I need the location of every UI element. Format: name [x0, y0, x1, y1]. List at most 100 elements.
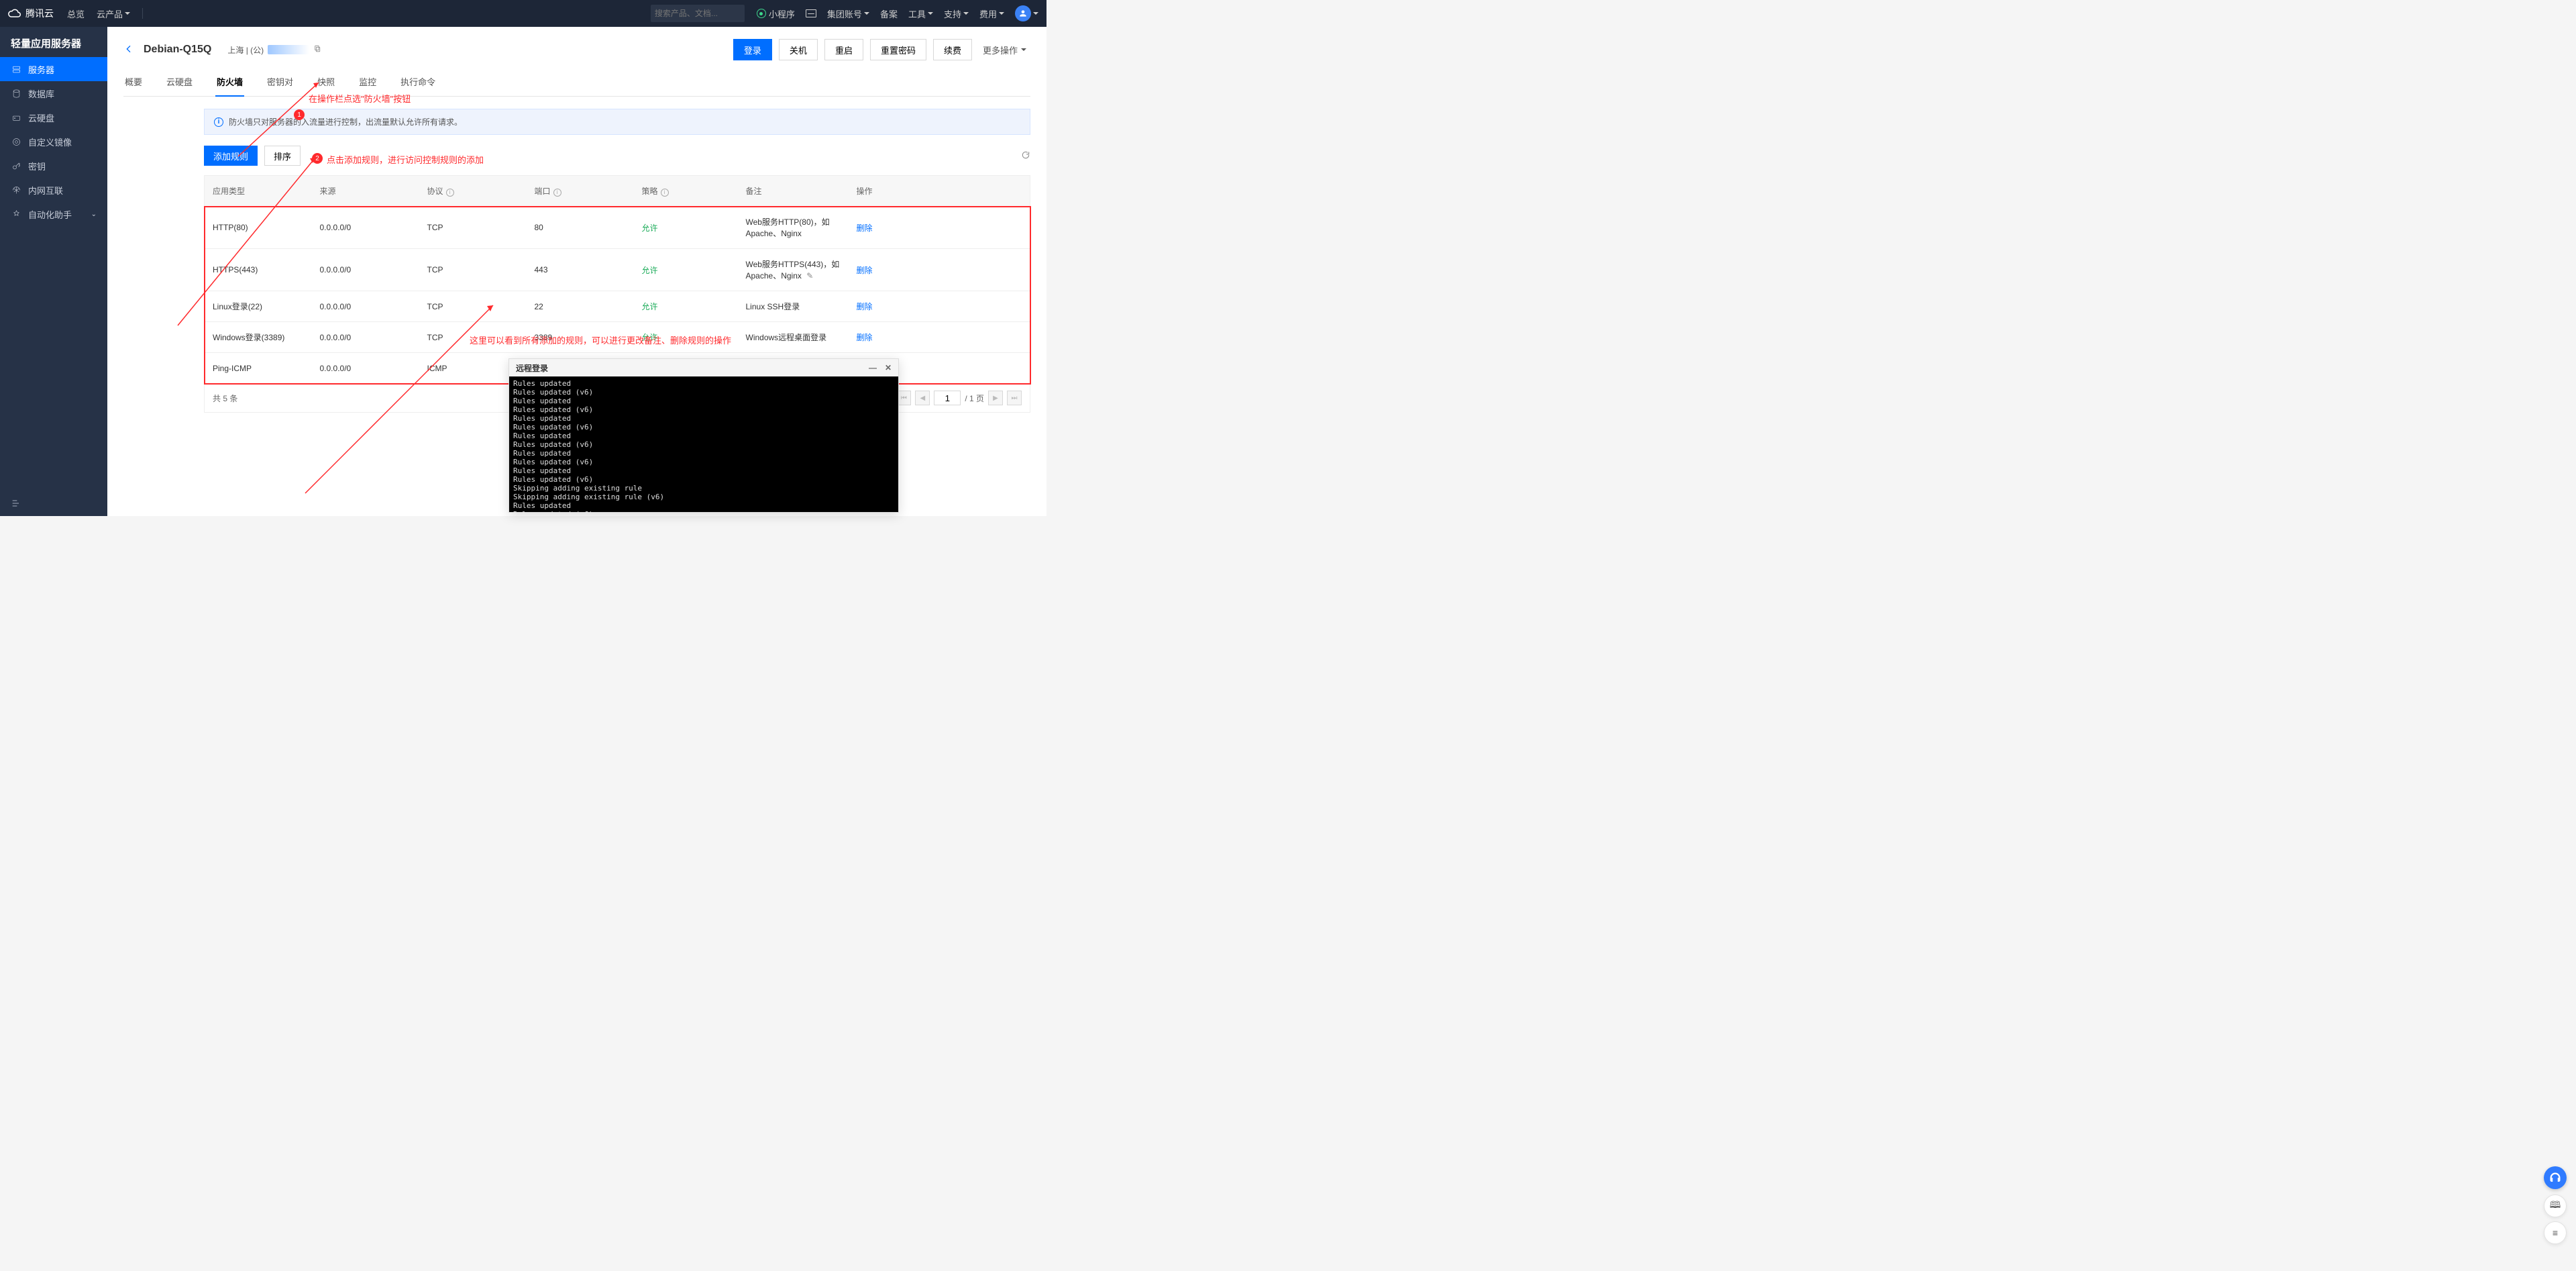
sidebar-item-database[interactable]: 数据库	[0, 81, 107, 105]
copy-ip-button[interactable]	[313, 44, 322, 55]
image-icon	[11, 136, 21, 147]
pager-next[interactable]: ▶	[988, 391, 1003, 405]
disk-icon	[11, 112, 21, 123]
col-protocol: 协议i	[419, 176, 527, 207]
cell-protocol: TCP	[419, 322, 527, 353]
delete-link[interactable]: 删除	[857, 223, 873, 233]
table-row: HTTPS(443)0.0.0.0/0TCP443允许Web服务HTTPS(44…	[205, 249, 1030, 291]
col-policy: 策略i	[634, 176, 738, 207]
refresh-button[interactable]	[1021, 150, 1030, 162]
sidebar-item-image[interactable]: 自定义镜像	[0, 130, 107, 154]
nav-overview[interactable]: 总览	[67, 7, 85, 20]
delete-link[interactable]: 删除	[857, 266, 873, 275]
pager-current[interactable]	[934, 391, 961, 405]
instance-tabs: 概要 云硬盘 防火墙 密钥对 快照 监控 执行命令	[123, 68, 1030, 97]
cell-source: 0.0.0.0/0	[312, 291, 419, 322]
instance-ip-masked	[268, 45, 309, 54]
cell-policy: 允许	[634, 249, 738, 291]
cell-policy: 允许	[634, 291, 738, 322]
login-button[interactable]: 登录	[733, 39, 772, 60]
add-rule-button[interactable]: 添加规则	[204, 146, 258, 166]
col-source: 来源	[312, 176, 419, 207]
nav-group-account[interactable]: 集团账号	[827, 7, 869, 20]
sidebar-item-key[interactable]: 密钥	[0, 154, 107, 178]
help-icon[interactable]: i	[661, 189, 669, 197]
pager-prev[interactable]: ◀	[915, 391, 930, 405]
cell-protocol: TCP	[419, 291, 527, 322]
sidebar-item-label: 服务器	[28, 63, 54, 76]
nav-support[interactable]: 支持	[944, 7, 969, 20]
info-icon: i	[214, 117, 223, 127]
terminal-output[interactable]: Rules updated Rules updated (v6) Rules u…	[509, 376, 898, 512]
tab-keypair[interactable]: 密钥对	[267, 68, 293, 96]
tab-disk[interactable]: 云硬盘	[166, 68, 193, 96]
cell-type: Ping-ICMP	[205, 353, 312, 384]
tab-overview[interactable]: 概要	[125, 68, 142, 96]
reset-password-button[interactable]: 重置密码	[870, 39, 926, 60]
back-button[interactable]	[123, 44, 134, 56]
sidebar-item-network[interactable]: 内网互联	[0, 178, 107, 202]
help-fab[interactable]	[2544, 1166, 2567, 1189]
page-header: Debian-Q15Q 上海 | (公) 登录 关机 重启 重置密码 续费 更多…	[123, 27, 1030, 67]
brand-logo[interactable]: 腾讯云	[8, 7, 54, 20]
nav-fees[interactable]: 费用	[979, 7, 1004, 20]
restart-button[interactable]: 重启	[824, 39, 863, 60]
sidebar-item-label: 云硬盘	[28, 111, 54, 124]
menu-fab[interactable]: ≡	[2544, 1221, 2567, 1244]
nav-beian[interactable]: 备案	[880, 7, 898, 20]
help-icon[interactable]: i	[553, 189, 561, 197]
total-label: 共 5 条	[213, 393, 237, 404]
sidebar-title: 轻量应用服务器	[0, 27, 107, 57]
sidebar-item-disk[interactable]: 云硬盘	[0, 105, 107, 130]
brand-text: 腾讯云	[25, 7, 54, 20]
terminal-close-button[interactable]: ✕	[885, 363, 892, 372]
shutdown-button[interactable]: 关机	[779, 39, 818, 60]
cell-port: 443	[527, 249, 634, 291]
tab-firewall[interactable]: 防火墙	[217, 68, 243, 96]
nav-tools[interactable]: 工具	[908, 7, 933, 20]
docs-fab[interactable]: 🕮	[2544, 1194, 2567, 1217]
tab-exec[interactable]: 执行命令	[400, 68, 435, 96]
terminal-titlebar[interactable]: 远程登录 — ✕	[509, 359, 898, 376]
key-icon	[11, 160, 21, 171]
cell-source: 0.0.0.0/0	[312, 207, 419, 249]
nav-mail[interactable]	[806, 9, 816, 17]
nav-miniapp[interactable]: 小程序	[757, 7, 795, 20]
table-row: HTTP(80)0.0.0.0/0TCP80允许Web服务HTTP(80)，如A…	[205, 207, 1030, 249]
terminal-minimize-button[interactable]: —	[869, 363, 877, 372]
sort-button[interactable]: 排序	[264, 146, 301, 166]
sidebar-item-label: 自定义镜像	[28, 136, 72, 148]
cell-protocol: TCP	[419, 207, 527, 249]
sidebar-item-label: 密钥	[28, 160, 46, 172]
nav-avatar[interactable]	[1015, 5, 1038, 21]
pager-last[interactable]: ⏭	[1007, 391, 1022, 405]
help-icon[interactable]: i	[446, 189, 454, 197]
tab-snapshot[interactable]: 快照	[317, 68, 335, 96]
sidebar-item-label: 数据库	[28, 87, 54, 100]
cell-type: HTTPS(443)	[205, 249, 312, 291]
database-icon	[11, 88, 21, 99]
sidebar-item-server[interactable]: 服务器	[0, 57, 107, 81]
renew-button[interactable]: 续费	[933, 39, 972, 60]
delete-link[interactable]: 删除	[857, 302, 873, 311]
sidebar-collapse[interactable]	[0, 491, 107, 516]
server-icon	[11, 64, 21, 74]
miniapp-label: 小程序	[769, 7, 795, 20]
pager-total: / 1 页	[965, 393, 984, 404]
delete-link[interactable]: 删除	[857, 333, 873, 342]
cell-remark: Web服务HTTPS(443)，如Apache、Nginx ✎	[738, 249, 849, 291]
col-remark: 备注	[738, 176, 849, 207]
collapse-icon	[11, 498, 21, 509]
cell-port: 3389	[527, 322, 634, 353]
nav-products[interactable]: 云产品	[97, 7, 130, 20]
more-actions-button[interactable]: 更多操作	[979, 39, 1030, 60]
terminal-title: 远程登录	[516, 362, 548, 374]
cloud-icon	[8, 7, 21, 20]
search-input[interactable]	[655, 9, 759, 18]
edit-icon[interactable]: ✎	[804, 271, 813, 281]
sidebar-item-automation[interactable]: 自动化助手 ⌄	[0, 202, 107, 226]
tab-monitor[interactable]: 监控	[359, 68, 376, 96]
global-search[interactable]	[651, 5, 745, 22]
remote-terminal-window[interactable]: 远程登录 — ✕ Rules updated Rules updated (v6…	[508, 358, 899, 513]
instance-name: Debian-Q15Q	[144, 44, 211, 56]
